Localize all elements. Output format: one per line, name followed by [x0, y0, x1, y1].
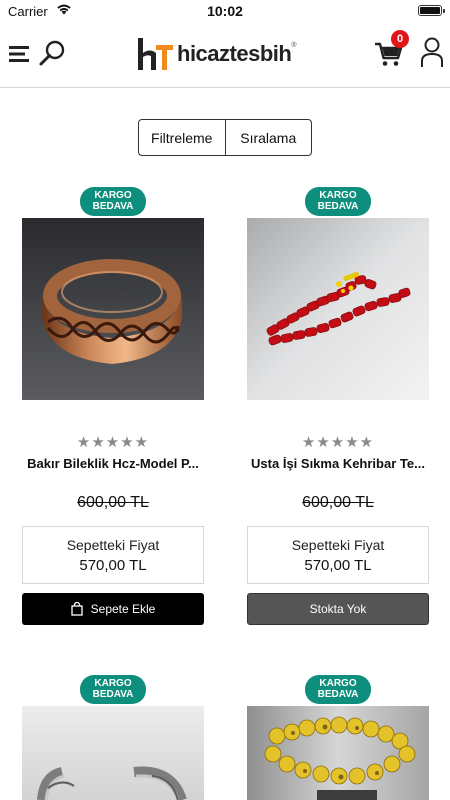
rating-stars: ★★★★★ — [301, 434, 375, 451]
logo-mark-icon — [138, 38, 173, 70]
old-price: 600,00 TL — [302, 494, 374, 511]
basket-price-value: 570,00 TL — [79, 557, 147, 574]
clock: 10:02 — [207, 3, 243, 19]
free-shipping-badge: KARGO BEDAVA — [305, 675, 371, 704]
logo-wordmark: hicaztesbih — [177, 41, 292, 66]
basket-price-label: Sepetteki Fiyat — [291, 537, 385, 553]
product-image[interactable] — [247, 706, 429, 800]
out-of-stock-button[interactable]: Stokta Yok — [247, 593, 429, 625]
basket-price-box: Sepetteki Fiyat 570,00 TL — [247, 526, 429, 584]
product-image[interactable] — [247, 218, 429, 400]
product-name[interactable]: Usta İşi Sıkma Kehribar Te... — [247, 456, 429, 471]
rating-stars: ★★★★★ — [76, 434, 150, 451]
product-card[interactable]: KARGO BEDAVA — [247, 675, 429, 800]
basket-price-label: Sepetteki Fiyat — [66, 537, 160, 553]
product-card[interactable]: KARGO BEDAVA ★★★★★ Bakır Bileklik Hcz-Mod… — [22, 187, 204, 627]
menu-icon[interactable] — [9, 43, 31, 65]
filter-button[interactable]: Filtreleme — [139, 120, 225, 155]
old-price: 600,00 TL — [77, 494, 149, 511]
add-to-cart-label: Sepete Ekle — [90, 602, 156, 616]
filter-sort-control: Filtreleme Sıralama — [138, 119, 312, 156]
add-to-cart-button[interactable]: Sepete Ekle — [22, 593, 204, 625]
product-name[interactable]: Bakır Bileklik Hcz-Model P... — [22, 456, 204, 471]
basket-price-box: Sepetteki Fiyat 570,00 TL — [22, 526, 204, 584]
free-shipping-badge: KARGO BEDAVA — [80, 675, 146, 704]
free-shipping-badge: KARGO BEDAVA — [305, 187, 371, 216]
registered-mark: ® — [291, 42, 297, 49]
product-image[interactable] — [22, 706, 204, 800]
search-icon[interactable] — [38, 39, 66, 67]
status-bar: Carrier 10:02 — [0, 0, 450, 22]
out-of-stock-label: Stokta Yok — [309, 602, 367, 616]
brand-logo[interactable]: hicaztesbih ® — [136, 36, 296, 72]
basket-price-value: 570,00 TL — [304, 557, 372, 574]
app-header: hicaztesbih ® 0 — [0, 22, 450, 88]
product-image[interactable] — [22, 218, 204, 400]
user-icon[interactable] — [420, 37, 444, 69]
battery-icon — [418, 5, 445, 16]
product-card[interactable]: KARGO BEDAVA — [247, 187, 429, 627]
cart-count-badge: 0 — [391, 30, 409, 48]
free-shipping-badge: KARGO BEDAVA — [80, 187, 146, 216]
shopping-bag-icon — [70, 602, 83, 616]
sort-button[interactable]: Sıralama — [224, 120, 312, 155]
product-card[interactable]: KARGO BEDAVA — [22, 675, 204, 800]
